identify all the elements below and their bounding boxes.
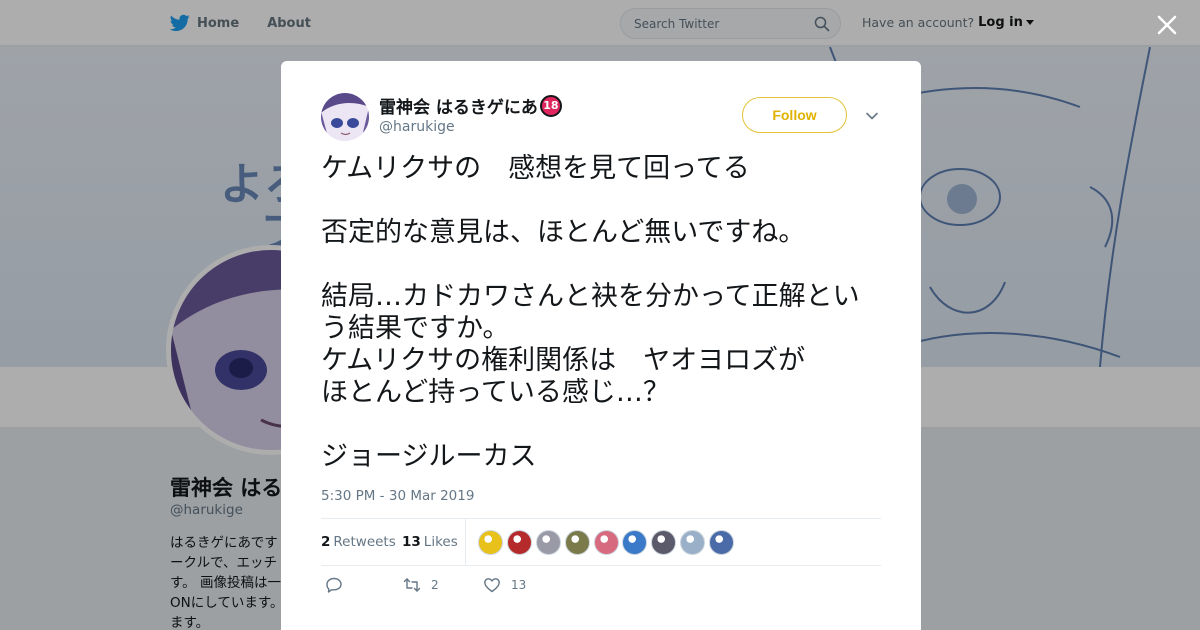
tweet-line: ほとんど持っている感じ…？ bbox=[321, 377, 670, 408]
like-action[interactable]: 13 bbox=[483, 576, 526, 594]
tweet-line: ジョージルーカス bbox=[321, 441, 537, 472]
likes-label: Likes bbox=[423, 534, 458, 550]
heart-icon bbox=[484, 578, 500, 593]
adult-badge: 18 bbox=[539, 94, 562, 117]
reply-icon bbox=[326, 577, 342, 593]
like-action-count: 13 bbox=[511, 578, 527, 592]
retweets-stat[interactable]: 2 Retweets bbox=[321, 534, 396, 550]
liker-avatar[interactable] bbox=[535, 530, 561, 555]
tweet-line: 結局…カドカワさんと袂を分かって正解とい bbox=[321, 281, 860, 312]
reply-action[interactable] bbox=[325, 576, 353, 594]
retweet-action-count: 2 bbox=[431, 578, 439, 592]
retweets-label: Retweets bbox=[333, 534, 396, 550]
likes-count: 13 bbox=[402, 534, 421, 550]
chevron-down-icon[interactable] bbox=[865, 109, 879, 123]
author-handle[interactable]: @harukige bbox=[379, 119, 455, 135]
liker-avatar[interactable] bbox=[709, 530, 735, 555]
liker-avatar[interactable] bbox=[593, 530, 619, 555]
tweet-line: ケムリクサの権利関係は ヤオヨロズが bbox=[321, 345, 806, 376]
tweet-actions: 2 13 bbox=[321, 576, 881, 598]
likes-stat[interactable]: 13 Likes bbox=[402, 534, 458, 550]
liker-avatar[interactable] bbox=[622, 530, 648, 555]
likers-avatars bbox=[478, 530, 738, 555]
tweet-stats: 2 Retweets 13 Likes bbox=[321, 518, 881, 566]
tweet-text: ケムリクサの 感想を見て回ってる 否定的な意見は、ほとんど無いですね。 結局…カ… bbox=[321, 153, 896, 473]
liker-avatar[interactable] bbox=[478, 530, 503, 555]
liker-avatar[interactable] bbox=[680, 530, 706, 555]
tweet-line: う結果ですか。 bbox=[321, 313, 510, 344]
tweet-line: ケムリクサの 感想を見て回ってる bbox=[321, 153, 750, 184]
tweet-timestamp[interactable]: 5:30 PM - 30 Mar 2019 bbox=[321, 488, 474, 504]
follow-button[interactable]: Follow bbox=[742, 97, 847, 133]
stats-divider bbox=[465, 519, 466, 566]
author-avatar[interactable] bbox=[321, 93, 369, 141]
retweet-action[interactable]: 2 bbox=[403, 576, 439, 594]
liker-avatar[interactable] bbox=[651, 530, 677, 555]
author-name-text: 雷神会 はるきゲにあ bbox=[379, 98, 538, 118]
author-name[interactable]: 雷神会 はるきゲにあ 18 bbox=[379, 93, 562, 118]
retweet-icon bbox=[403, 578, 421, 592]
tweet-line: 否定的な意見は、ほとんど無いですね。 bbox=[321, 217, 806, 248]
liker-avatar[interactable] bbox=[564, 530, 590, 555]
retweets-count: 2 bbox=[321, 534, 331, 550]
tweet-modal: 雷神会 はるきゲにあ 18 @harukige Follow ケムリクサの 感想… bbox=[281, 61, 921, 630]
liker-avatar[interactable] bbox=[506, 530, 532, 555]
close-icon[interactable] bbox=[1155, 13, 1179, 37]
